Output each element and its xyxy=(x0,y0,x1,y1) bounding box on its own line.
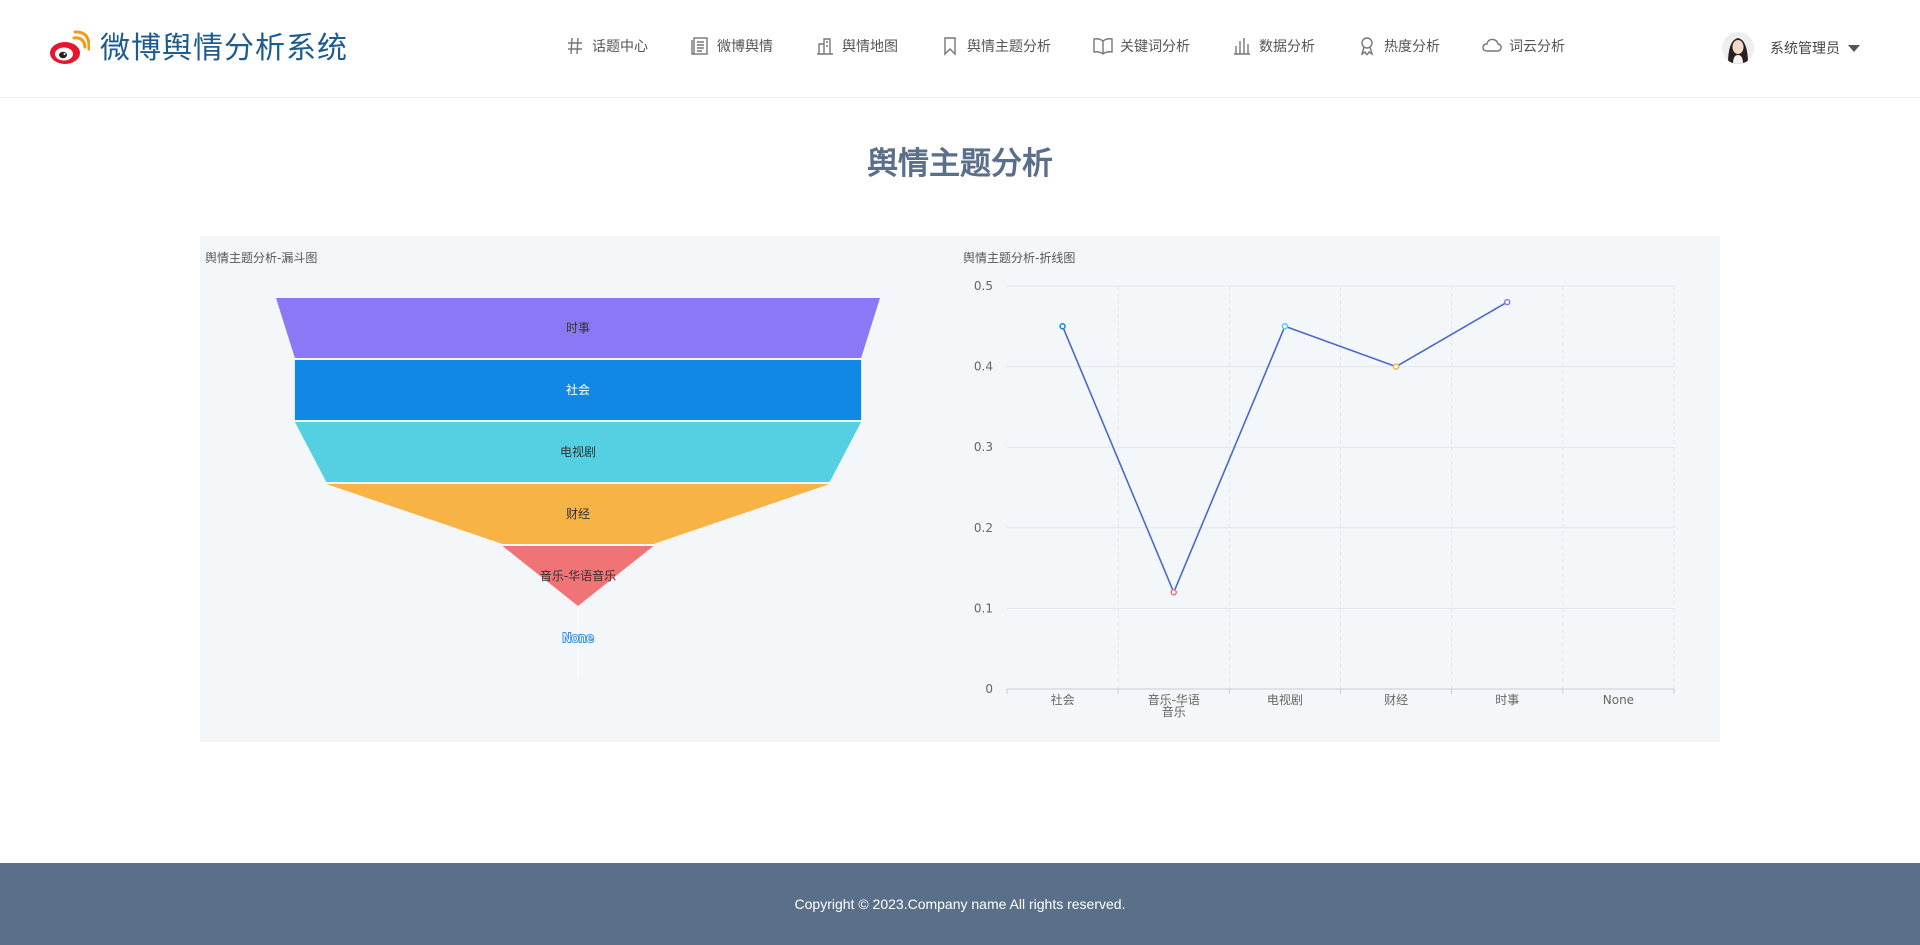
nav-item-label: 词云分析 xyxy=(1509,39,1565,55)
x-tick-label: 财经 xyxy=(1384,693,1408,707)
hash-icon xyxy=(568,37,582,55)
funnel-chart-panel: 舆情主题分析-漏斗图 时事 社会 电视剧 财经 音乐-华语音乐 None xyxy=(200,236,958,742)
data-point[interactable] xyxy=(1170,589,1177,596)
ribbon-icon xyxy=(1360,37,1374,56)
nav-item-weibo-opinion[interactable]: 微博舆情 xyxy=(690,36,773,56)
weibo-logo-icon xyxy=(50,30,90,64)
y-tick-label: 0.4 xyxy=(974,360,993,374)
x-tick-label: 音乐-华语音乐 xyxy=(1148,692,1200,719)
chevron-down-icon[interactable] xyxy=(1848,44,1860,52)
funnel-label: None xyxy=(562,631,593,645)
y-tick-label: 0.3 xyxy=(974,440,993,454)
document-icon xyxy=(691,37,708,55)
line-chart: 0 0.1 0.2 0.3 0.4 0.5 社会 音乐-华语音乐 电视剧 财经 时事 None xyxy=(974,279,1675,719)
cloud-icon xyxy=(1482,38,1502,52)
funnel-label: 时事 xyxy=(566,321,590,335)
nav-item-label: 话题中心 xyxy=(592,39,648,55)
book-icon xyxy=(1093,38,1113,55)
user-avatar-icon xyxy=(1722,32,1754,64)
top-header: 微博舆情分析系统 话题中心 微博舆情 舆情地图 舆情主题分析 关键词分析 数据分… xyxy=(0,0,1920,98)
nav-item-label: 舆情主题分析 xyxy=(967,39,1051,55)
nav-item-label: 舆情地图 xyxy=(842,39,898,55)
nav-item-label: 热度分析 xyxy=(1384,39,1440,55)
funnel-label: 电视剧 xyxy=(560,444,596,459)
x-tick-label: None xyxy=(1603,693,1634,707)
user-menu[interactable]: 系统管理员 xyxy=(1722,32,1860,64)
logo[interactable]: 微博舆情分析系统 xyxy=(48,30,348,68)
funnel-label: 音乐-华语音乐 xyxy=(540,568,616,583)
funnel-label: 社会 xyxy=(566,382,590,397)
bar-chart-icon xyxy=(1234,38,1250,55)
y-tick-label: 0.1 xyxy=(974,601,993,615)
nav-item-data-analysis[interactable]: 数据分析 xyxy=(1232,36,1315,56)
x-tick-label: 时事 xyxy=(1495,693,1519,707)
copyright-text: Copyright © 2023.Company name All rights… xyxy=(794,896,1126,912)
x-tick-label: 电视剧 xyxy=(1267,692,1303,707)
footer: Copyright © 2023.Company name All rights… xyxy=(0,863,1920,945)
bookmark-icon xyxy=(944,37,956,56)
x-tick-label: 社会 xyxy=(1051,692,1075,707)
line-chart-panel: 舆情主题分析-折线图 0 0.1 0.2 0.3 0.4 0.5 社会 音乐-华语音乐 电视剧财… xyxy=(958,236,1720,742)
nav-item-opinion-map[interactable]: 舆情地图 xyxy=(815,36,898,56)
nav-item-label: 关键词分析 xyxy=(1120,39,1190,55)
app-name: 微博舆情分析系统 xyxy=(100,31,348,66)
main-nav: 话题中心 微博舆情 舆情地图 舆情主题分析 关键词分析 数据分析 热度分析 词云… xyxy=(565,36,1607,56)
funnel-label: 财经 xyxy=(566,507,590,521)
data-point[interactable] xyxy=(1504,298,1511,306)
data-point[interactable] xyxy=(1392,363,1400,370)
nav-item-keyword-analysis[interactable]: 关键词分析 xyxy=(1093,36,1190,56)
nav-item-topic-center[interactable]: 话题中心 xyxy=(565,36,648,56)
funnel-chart: 时事社会电视剧财经音乐-华语音乐 None xyxy=(276,298,880,676)
user-name: 系统管理员 xyxy=(1770,41,1840,57)
nav-item-word-cloud[interactable]: 词云分析 xyxy=(1482,36,1565,56)
nav-item-topic-analysis[interactable]: 舆情主题分析 xyxy=(940,36,1051,56)
y-tick-label: 0 xyxy=(985,682,993,696)
nav-item-heat-analysis[interactable]: 热度分析 xyxy=(1357,36,1440,56)
y-tick-label: 0.2 xyxy=(974,521,993,535)
data-point[interactable] xyxy=(1281,323,1289,330)
y-tick-label: 0.5 xyxy=(974,279,993,293)
nav-item-label: 数据分析 xyxy=(1259,39,1315,55)
nav-item-label: 微博舆情 xyxy=(717,39,773,55)
page-title: 舆情主题分析 xyxy=(867,146,1053,182)
buildings-icon xyxy=(817,38,833,55)
avatar[interactable] xyxy=(1722,32,1754,64)
data-point[interactable] xyxy=(1059,323,1066,330)
